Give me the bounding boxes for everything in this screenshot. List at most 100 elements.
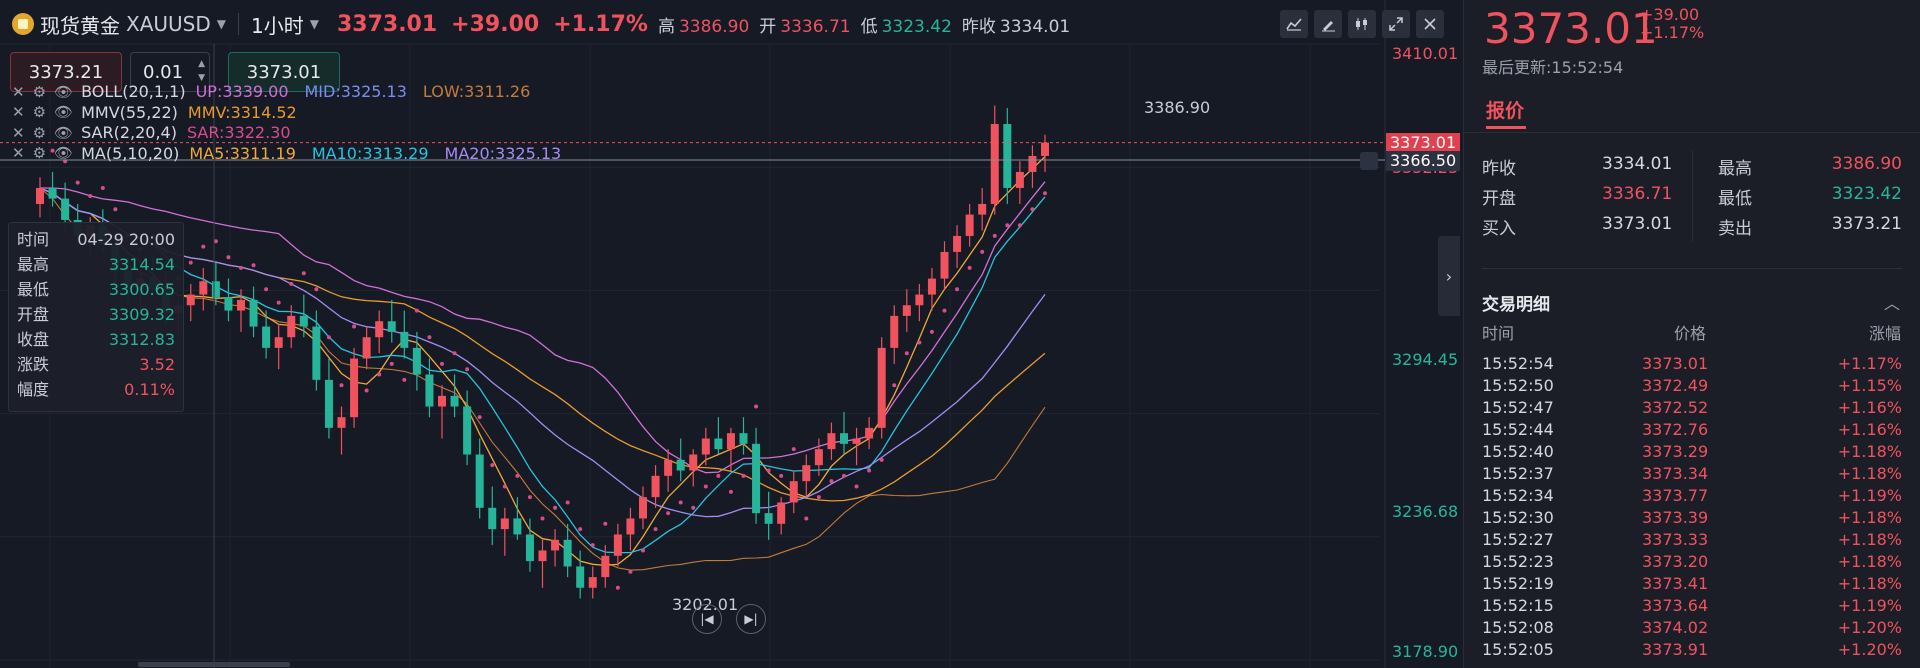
candle-body[interactable]: [1041, 142, 1049, 156]
candle-body[interactable]: [639, 497, 647, 519]
candle-body[interactable]: [36, 187, 44, 204]
candle-body[interactable]: [840, 433, 848, 444]
candle-body[interactable]: [299, 315, 308, 327]
candle-body[interactable]: [312, 326, 321, 380]
candle-body[interactable]: [827, 433, 836, 450]
draw-icon[interactable]: [1314, 10, 1342, 38]
candle-body[interactable]: [525, 534, 534, 562]
candle-body[interactable]: [777, 502, 786, 524]
candle-body[interactable]: [877, 347, 886, 428]
candle-body[interactable]: [463, 406, 472, 455]
candle-body[interactable]: [676, 459, 685, 471]
candle-body[interactable]: [1015, 171, 1024, 188]
settings-icon[interactable]: ⚙: [33, 83, 46, 101]
candle-body[interactable]: [726, 433, 735, 450]
symbol-selector[interactable]: 现货黄金 XAUUSD ▼: [12, 10, 226, 39]
candle-body[interactable]: [940, 251, 949, 279]
candle-body[interactable]: [1003, 123, 1012, 188]
candle-body[interactable]: [412, 347, 421, 375]
next-button[interactable]: ▶|: [736, 604, 766, 634]
candle-body[interactable]: [513, 518, 522, 535]
candle-body[interactable]: [61, 198, 70, 220]
candle-body[interactable]: [902, 305, 911, 316]
candle-body[interactable]: [237, 299, 245, 311]
candle-body[interactable]: [915, 294, 924, 306]
candle-body[interactable]: [274, 337, 283, 348]
candle-body[interactable]: [953, 235, 962, 252]
eye-icon[interactable]: 👁: [54, 144, 73, 162]
period-selector[interactable]: 1小时 ▼: [251, 10, 319, 39]
candle-body[interactable]: [701, 438, 710, 455]
candle-body[interactable]: [764, 513, 773, 524]
indicator-icon[interactable]: [1348, 10, 1376, 38]
eye-icon[interactable]: 👁: [54, 103, 73, 121]
chart-type-icon[interactable]: [1280, 10, 1308, 38]
candle-body[interactable]: [802, 465, 811, 482]
candle-body[interactable]: [500, 518, 509, 530]
candle-body[interactable]: [362, 337, 371, 359]
candle-body[interactable]: [375, 321, 384, 338]
settings-icon[interactable]: ⚙: [33, 124, 46, 142]
candle-body[interactable]: [387, 321, 396, 332]
candle-body[interactable]: [789, 481, 798, 503]
candle-body[interactable]: [211, 281, 220, 298]
candle-body[interactable]: [249, 299, 258, 327]
tab-quote[interactable]: 报价: [1486, 96, 1524, 123]
candle-body[interactable]: [927, 278, 936, 295]
candle-body[interactable]: [475, 454, 484, 508]
chart-area[interactable]: 现货黄金 XAUUSD ▼ 1小时 ▼ 3373.01 +39.00 +1.17…: [0, 0, 1460, 668]
candle-body[interactable]: [852, 438, 861, 444]
expand-panel-button[interactable]: ›: [1438, 236, 1460, 316]
candle-body[interactable]: [551, 539, 560, 551]
candle-body[interactable]: [978, 203, 987, 215]
candle-body[interactable]: [324, 379, 333, 428]
candle-body[interactable]: [425, 374, 434, 407]
close-icon[interactable]: [1416, 10, 1444, 38]
candle-body[interactable]: [538, 550, 547, 562]
candle-body[interactable]: [350, 358, 359, 418]
candle-body[interactable]: [664, 459, 673, 476]
candle-body[interactable]: [626, 518, 635, 535]
candle-body[interactable]: [438, 395, 446, 407]
candle-body[interactable]: [337, 417, 346, 428]
eye-icon[interactable]: 👁: [54, 124, 73, 142]
close-icon[interactable]: ✕: [12, 144, 25, 162]
settings-icon[interactable]: ⚙: [33, 144, 46, 162]
fullscreen-icon[interactable]: [1382, 10, 1410, 38]
candle-body[interactable]: [224, 297, 233, 311]
close-icon[interactable]: ✕: [12, 124, 25, 142]
candle-body[interactable]: [651, 475, 660, 498]
close-icon[interactable]: ✕: [12, 103, 25, 121]
candle-body[interactable]: [400, 331, 409, 348]
alert-bell-icon[interactable]: [1360, 152, 1378, 170]
candle-body[interactable]: [965, 214, 974, 236]
candle-body[interactable]: [990, 123, 999, 204]
candle-body[interactable]: [814, 449, 823, 466]
candle-body[interactable]: [752, 443, 761, 514]
candle-body[interactable]: [199, 281, 208, 295]
eye-icon[interactable]: 👁: [54, 83, 73, 101]
candle-body[interactable]: [262, 326, 271, 348]
candle-body[interactable]: [739, 433, 748, 444]
candle-body[interactable]: [287, 315, 296, 338]
candle-body[interactable]: [48, 187, 57, 199]
candle-body[interactable]: [563, 539, 572, 567]
candle-body[interactable]: [576, 566, 585, 588]
settings-icon[interactable]: ⚙: [33, 103, 46, 121]
horizontal-scrollbar[interactable]: [138, 662, 290, 667]
candle-body[interactable]: [890, 315, 899, 348]
candle-body[interactable]: [488, 507, 497, 530]
candle-body[interactable]: [450, 395, 459, 407]
stepper-arrows-icon[interactable]: ▲ ▼: [198, 57, 205, 85]
candle-body[interactable]: [186, 294, 195, 306]
candle-body[interactable]: [714, 438, 723, 450]
collapse-trades-button[interactable]: ︿: [1884, 290, 1900, 314]
candle-body[interactable]: [588, 577, 597, 588]
candle-body[interactable]: [689, 454, 698, 471]
candle-body[interactable]: [613, 534, 622, 556]
prev-button[interactable]: |◀: [692, 604, 722, 634]
candle-body[interactable]: [865, 427, 874, 439]
close-icon[interactable]: ✕: [12, 83, 25, 101]
candle-body[interactable]: [1028, 155, 1037, 172]
candle-body[interactable]: [601, 555, 610, 578]
